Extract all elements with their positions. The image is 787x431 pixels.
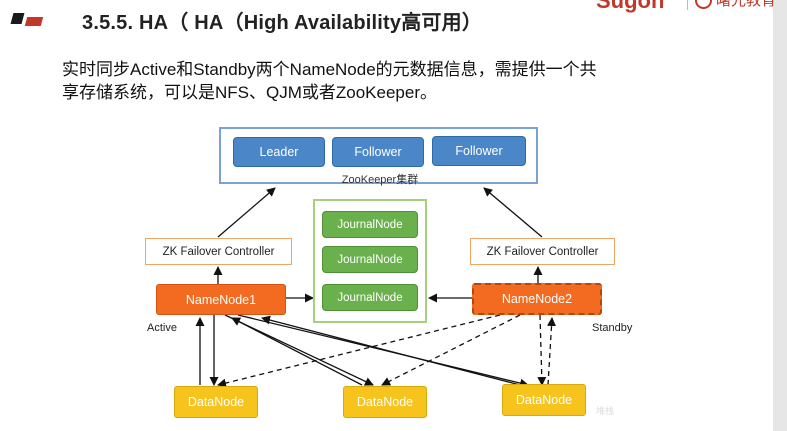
role-label-standby: Standby bbox=[592, 322, 633, 334]
role-label-active: Active bbox=[147, 322, 177, 334]
description-line-2: 享存储系统，可以是NFS、QJM或者ZooKeeper。 bbox=[62, 83, 437, 102]
journalnode-2: JournalNode bbox=[322, 246, 418, 273]
datanode-2: DataNode bbox=[343, 386, 427, 418]
namenode-active: NameNode1 bbox=[156, 284, 286, 315]
zkfc-right: ZK Failover Controller bbox=[470, 238, 615, 265]
slide-edge-bar bbox=[773, 0, 787, 431]
zkfc-left: ZK Failover Controller bbox=[145, 238, 292, 265]
edge-nn2-to-datanode-2 bbox=[381, 314, 521, 386]
description-line-1: 实时同步Active和Standby两个NameNode的元数据信息，需提供一个… bbox=[62, 60, 597, 79]
title-bullet-dark-icon bbox=[10, 13, 25, 24]
edge-nn1-to-datanode-2 bbox=[224, 314, 374, 386]
zookeeper-follower-node-2: Follower bbox=[432, 136, 526, 166]
journalnode-3: JournalNode bbox=[322, 284, 418, 311]
zookeeper-leader-node: Leader bbox=[233, 137, 325, 167]
edge-nn2-to-datanode-1 bbox=[217, 314, 501, 388]
brand-divider bbox=[687, 0, 688, 10]
datanode-3: DataNode bbox=[502, 384, 586, 416]
watermark-text: 堆栈 bbox=[596, 406, 615, 416]
edge-nn2-to-datanode-3 bbox=[537, 314, 547, 386]
namenode-standby: NameNode2 bbox=[472, 283, 602, 315]
journalnode-1: JournalNode bbox=[322, 211, 418, 238]
slide-title: 3.5.5. HA（ HA（High Availability高可用） bbox=[82, 12, 483, 34]
edge-nn1-to-datanode-3 bbox=[237, 314, 529, 388]
edge-datanode-3-to-nn2 bbox=[547, 317, 557, 386]
edge-datanode-3-to-nn1 bbox=[261, 315, 521, 386]
brand-logo-icon bbox=[695, 0, 712, 9]
zookeeper-cluster-caption: ZooKeeper集群 bbox=[341, 174, 419, 186]
datanode-1: DataNode bbox=[174, 386, 258, 418]
edge-zkfc-right-to-zookeeper bbox=[483, 187, 543, 238]
description: 实时同步Active和Standby两个NameNode的元数据信息，需提供一个… bbox=[62, 58, 762, 104]
zookeeper-follower-node-1: Follower bbox=[332, 137, 424, 167]
edge-zkfc-left-to-zookeeper bbox=[217, 187, 276, 238]
brand-cn-text: 曙光教育 bbox=[716, 0, 777, 9]
title-bullet-red-icon bbox=[24, 17, 44, 26]
brand-logo-text: Sugon bbox=[596, 0, 665, 13]
edge-datanode-2-to-nn1 bbox=[231, 317, 363, 386]
